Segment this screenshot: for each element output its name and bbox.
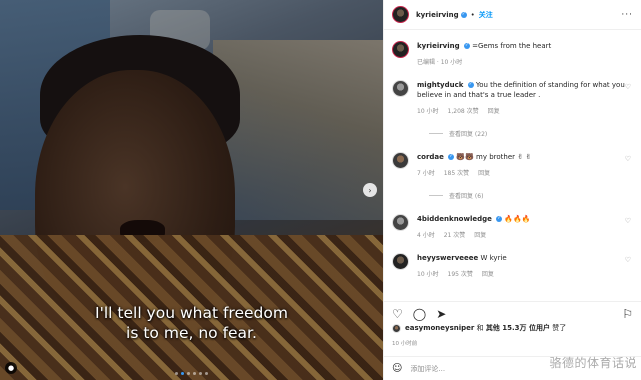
video-subtitle: I'll tell you what freedom is to me, no … [95, 304, 288, 342]
comment-likes[interactable]: 185 次赞 [444, 168, 469, 177]
heart-outline-icon[interactable]: ♡ [625, 217, 631, 225]
likes-others-count[interactable]: 其他 15.3万 位用户 [486, 324, 550, 332]
post-time-ago[interactable]: 10 小时前 [392, 339, 417, 347]
caption-username[interactable]: kyrieirving [417, 42, 460, 50]
post-media[interactable]: I'll tell you what freedom is to me, no … [0, 0, 383, 380]
comments-list[interactable]: kyrieirving ✓ =Gems from the heart 已编辑 ·… [384, 31, 641, 292]
comment-time: 10 小时 [417, 271, 439, 278]
heart-outline-icon[interactable]: ♡ [625, 155, 631, 163]
carousel-dot [205, 372, 208, 375]
avatar[interactable] [392, 323, 401, 333]
comment-time: 4 小时 [417, 232, 435, 239]
comment-item: cordae ✓ 🐻🐻 my brother ✌ ✌ 7 小时 185 次赞 回… [392, 152, 633, 177]
comment-item: mightyduck ✓ You the definition of stand… [392, 80, 633, 115]
verified-badge-icon: ✓ [448, 154, 455, 160]
comment-username[interactable]: cordae [417, 153, 444, 161]
heart-outline-icon[interactable]: ♡ [625, 83, 631, 91]
comment-time: 10 小时 [417, 108, 439, 115]
follow-button[interactable]: 关注 [479, 10, 493, 20]
comment-text: W kyrie [480, 254, 507, 262]
comment-item: 4biddenknowledge ✓ 🔥🔥🔥 4 小时 21 次赞 回复 ♡ [392, 214, 633, 239]
likes-suffix: 赞了 [549, 324, 567, 332]
reply-button[interactable]: 回复 [482, 269, 494, 278]
avatar[interactable] [392, 214, 409, 231]
user-icon: ● [7, 364, 15, 372]
liker-username[interactable]: easymoneysniper [405, 324, 474, 332]
comment-time: 7 小时 [417, 170, 435, 177]
verified-badge-icon: ✓ [496, 216, 503, 222]
post-caption: kyrieirving ✓ =Gems from the heart 已编辑 ·… [392, 41, 633, 66]
likes-summary: easymoneysniper 和 其他 15.3万 位用户 赞了 [392, 323, 633, 333]
header-username[interactable]: kyrieirving [416, 11, 459, 19]
header-separator: • [470, 10, 475, 19]
comment-item: heyyswerveeee W kyrie 10 小时 195 次赞 回复 ♡ [392, 253, 633, 278]
carousel-indicator [0, 372, 383, 375]
comment-username[interactable]: 4biddenknowledge [417, 215, 492, 223]
carousel-next-button[interactable]: › [363, 183, 377, 197]
comment-likes[interactable]: 21 次赞 [444, 230, 466, 239]
emoji-smiley-icon[interactable]: ☺ [392, 363, 402, 374]
comment-username[interactable]: heyyswerveeee [417, 254, 478, 262]
view-replies-label[interactable]: 查看回复 (6) [449, 191, 483, 200]
post-side-panel: kyrieirving ✓ • 关注 ··· kyrieirving ✓ =Ge… [383, 0, 641, 380]
avatar[interactable] [392, 253, 409, 270]
post-header: kyrieirving ✓ • 关注 ··· [384, 0, 641, 30]
comment-username[interactable]: mightyduck [417, 81, 463, 89]
likes-conjunction: 和 [474, 324, 486, 332]
comment-bubble-icon[interactable]: ◯ [413, 307, 426, 321]
reply-button[interactable]: 回复 [478, 168, 490, 177]
post-actions-bar: ♡ ◯ ➤ ⚐ [384, 301, 641, 321]
avatar[interactable] [392, 152, 409, 169]
reply-button[interactable]: 回复 [488, 106, 500, 115]
carousel-dot [175, 372, 178, 375]
view-replies-button[interactable]: 查看回复 (6) [429, 191, 633, 200]
comment-text: 🔥🔥🔥 [504, 215, 531, 223]
like-heart-icon[interactable]: ♡ [392, 307, 403, 321]
comment-likes[interactable]: 195 次赞 [448, 269, 473, 278]
divider [429, 133, 443, 134]
view-replies-label[interactable]: 查看回复 (22) [449, 129, 487, 138]
carousel-dot-active [181, 372, 184, 375]
save-bookmark-icon[interactable]: ⚐ [622, 307, 633, 321]
watermark-text: 骆德的体育话说 [549, 356, 637, 370]
carousel-dot [187, 372, 190, 375]
heart-outline-icon[interactable]: ♡ [625, 256, 631, 264]
caption-meta: 已编辑 · 10 小时 [417, 59, 463, 66]
background-sofa [213, 40, 383, 220]
avatar[interactable] [392, 41, 409, 58]
divider [429, 195, 443, 196]
share-paper-plane-icon[interactable]: ➤ [436, 307, 446, 321]
more-options-icon[interactable]: ··· [621, 10, 633, 20]
chevron-right-icon: › [368, 185, 372, 195]
verified-badge-icon: ✓ [463, 43, 470, 49]
carousel-dot [199, 372, 202, 375]
comment-likes[interactable]: 1,208 次赞 [448, 106, 479, 115]
carousel-dot [193, 372, 196, 375]
comment-text: 🐻🐻 my brother ✌ ✌ [456, 153, 532, 161]
avatar[interactable] [392, 80, 409, 97]
caption-text: =Gems from the heart [472, 42, 552, 50]
reply-button[interactable]: 回复 [474, 230, 486, 239]
view-replies-button[interactable]: 查看回复 (22) [429, 129, 633, 138]
avatar[interactable] [392, 6, 409, 23]
verified-badge-icon: ✓ [467, 82, 474, 88]
verified-badge-icon: ✓ [460, 11, 467, 18]
